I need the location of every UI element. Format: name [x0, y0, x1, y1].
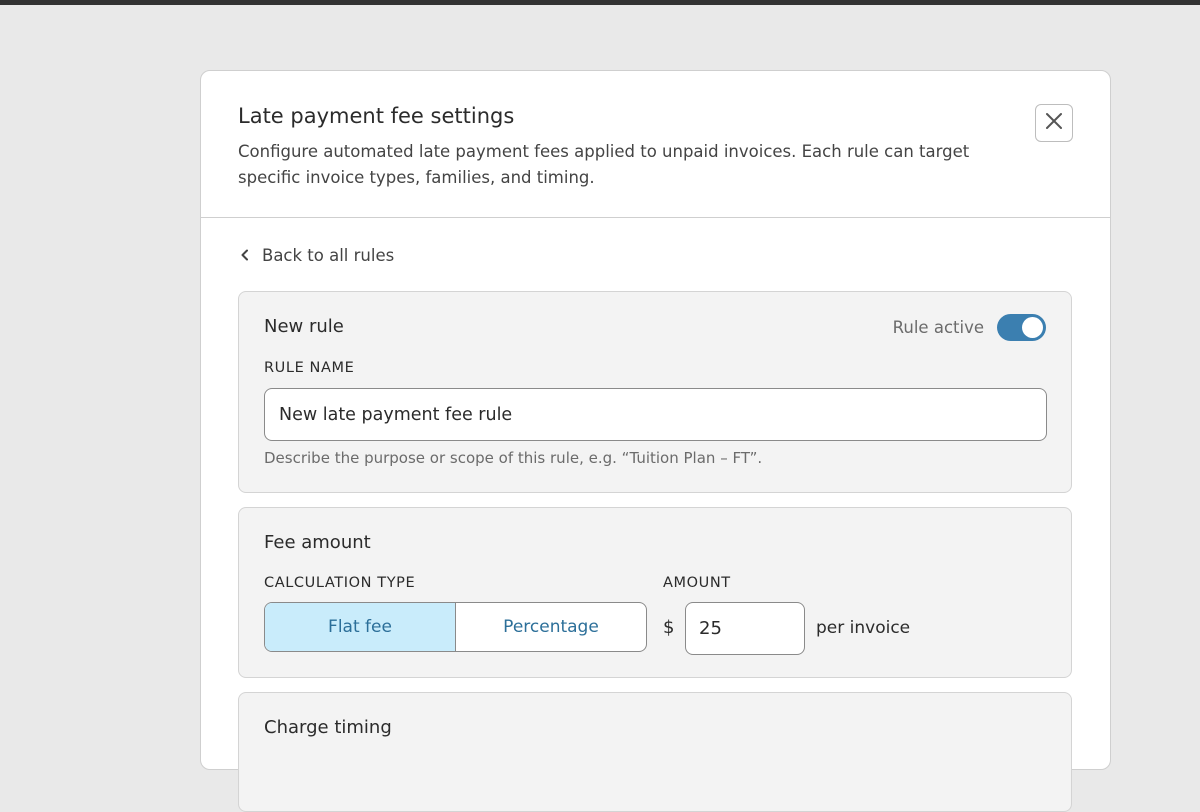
amount-suffix: per invoice — [816, 618, 911, 638]
percentage-option[interactable]: Percentage — [456, 603, 646, 651]
back-link-label: Back to all rules — [262, 246, 395, 265]
close-button[interactable] — [1035, 104, 1073, 142]
calculation-type-segmented-control: Flat fee Percentage — [264, 602, 647, 652]
calculation-type-label: CALCULATION TYPE — [264, 575, 416, 591]
currency-symbol: $ — [663, 617, 675, 638]
amount-input[interactable]: 25 — [685, 602, 805, 655]
late-fee-settings-dialog: Late payment fee settings Configure auto… — [200, 70, 1111, 812]
fee-amount-card: Fee amount CALCULATION TYPE AMOUNT Flat … — [238, 507, 1072, 678]
amount-value: 25 — [699, 618, 722, 639]
toggle-knob — [1022, 317, 1043, 338]
rule-name-label: RULE NAME — [264, 360, 355, 376]
dialog-header: Late payment fee settings Configure auto… — [201, 71, 1110, 218]
timing-card-title: Charge timing — [264, 717, 392, 738]
rule-name-input[interactable]: New late payment fee rule — [264, 388, 1047, 441]
rule-active-label: Rule active — [892, 318, 984, 337]
charge-timing-card: Charge timing — [238, 692, 1072, 812]
back-to-all-rules-link[interactable]: Back to all rules — [240, 246, 394, 265]
window-top-bar — [0, 0, 1200, 5]
rule-name-help-text: Describe the purpose or scope of this ru… — [264, 449, 763, 467]
rule-active-toggle-group: Rule active — [893, 314, 1046, 341]
flat-fee-option[interactable]: Flat fee — [265, 603, 456, 651]
dialog-description: Configure automated late payment fees ap… — [238, 142, 970, 187]
rule-active-toggle[interactable] — [997, 314, 1046, 341]
close-icon — [1045, 112, 1063, 134]
fee-card-title: Fee amount — [264, 532, 371, 553]
rule-name-value: New late payment fee rule — [279, 404, 513, 425]
dialog-title: Late payment fee settings — [238, 104, 515, 128]
rule-details-card: New rule Rule active RULE NAME New late … — [238, 291, 1072, 493]
rule-card-title: New rule — [264, 316, 344, 337]
amount-label: AMOUNT — [663, 575, 731, 591]
chevron-left-icon — [240, 246, 250, 265]
